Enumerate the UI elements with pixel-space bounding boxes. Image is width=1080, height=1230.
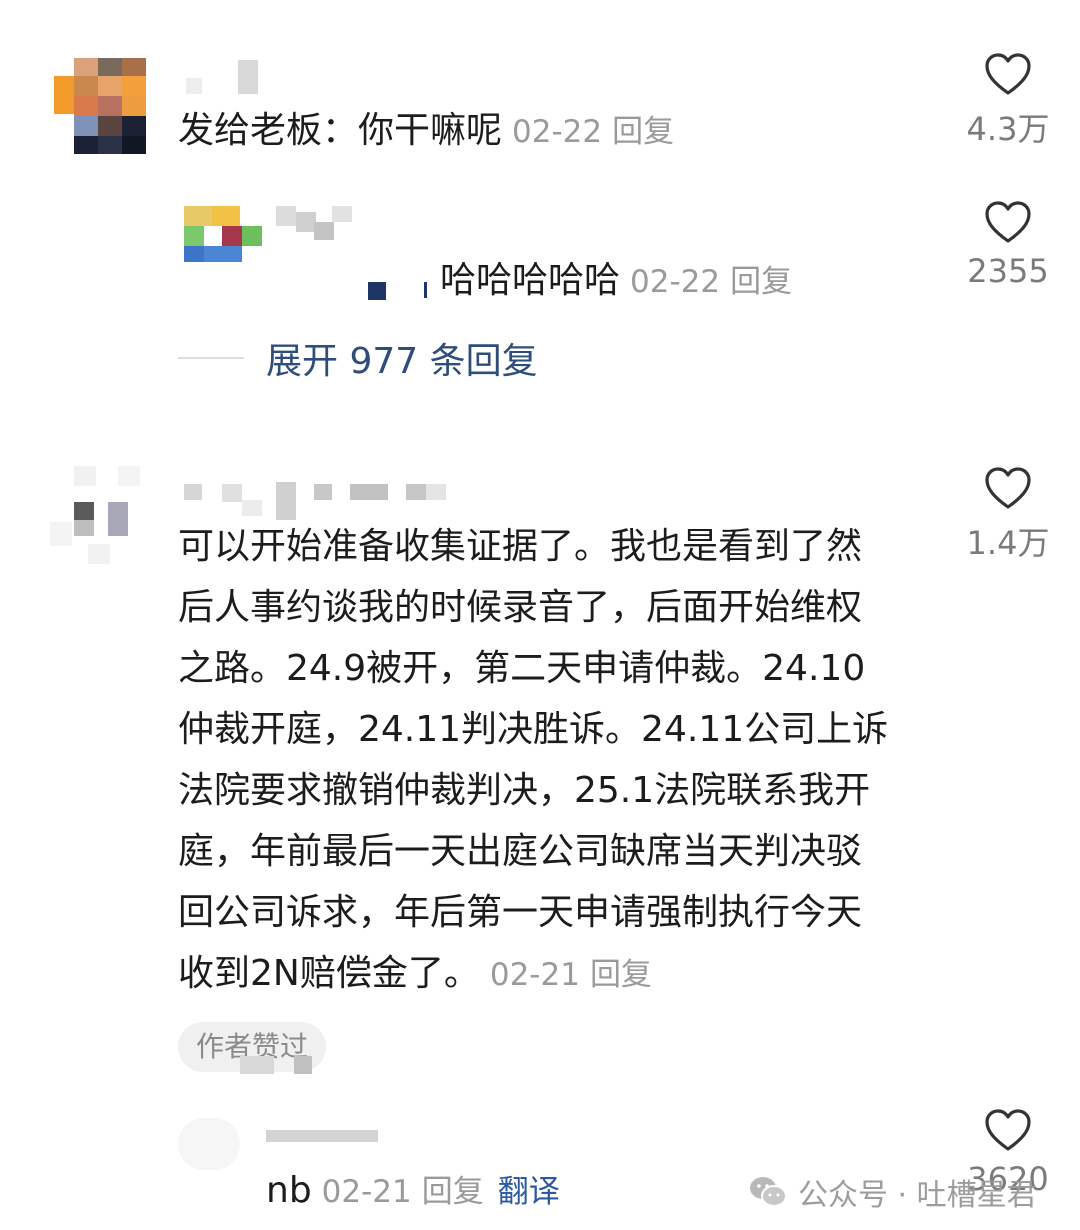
comment-line: 可以开始准备收集证据了。我也是看到了然 (178, 526, 863, 567)
like-count: 2355 (967, 252, 1049, 290)
comment-line: 之路。24.9被开，第二天申请仲裁。24.10 (178, 648, 866, 689)
like-button[interactable]: 4.3万 (933, 52, 1080, 150)
heart-icon (985, 1109, 1031, 1151)
heart-icon (985, 467, 1031, 509)
comment-text: 可以开始准备收集证据了。我也是看到了然 后人事约谈我的时候录音了，后面开始维权 … (178, 516, 888, 1006)
comment-text: nb 02-21 回复 翻译 (178, 1160, 560, 1223)
comment-date: 02-22 回复 (512, 114, 675, 150)
reply-username[interactable] (276, 206, 352, 242)
comment-text: 发给老板：你干嘛呢 02-22 回复 (178, 100, 674, 163)
comment-line: 仲裁开庭，24.11判决胜诉。24.11公司上诉 (178, 709, 889, 750)
comment-line: 法院要求撤销仲裁判决，25.1法院联系我开 (178, 770, 871, 811)
reply-body: 哈哈哈哈哈 (440, 260, 621, 301)
reply-date: 02-22 回复 (630, 264, 793, 300)
like-button[interactable]: 1.4万 (933, 466, 1080, 564)
divider (178, 357, 244, 359)
comment-body: 发给老板：你干嘛呢 (178, 110, 503, 151)
reply-button[interactable]: 回复 (590, 957, 652, 993)
comment-line: 庭，年前最后一天出庭公司缺席当天判决驳 (178, 831, 863, 872)
comment-line: 回公司诉求，年后第一天申请强制执行今天 (178, 892, 863, 933)
avatar[interactable] (46, 58, 150, 154)
like-count: 1.4万 (966, 524, 1050, 562)
comment-date: 02-21 回复 翻译 (321, 1174, 560, 1210)
redacted-overlay (196, 1056, 336, 1076)
watermark-text: 公众号 · 吐槽星君 (798, 1178, 1037, 1213)
like-count: 4.3万 (966, 110, 1050, 148)
watermark: 公众号 · 吐槽星君 (748, 1170, 1037, 1214)
heart-icon (985, 201, 1031, 243)
reply-avatar[interactable] (184, 206, 262, 262)
reply-button[interactable]: 回复 (730, 264, 792, 300)
wechat-icon (750, 1177, 787, 1207)
avatar[interactable] (48, 466, 144, 572)
comment-line: 后人事约谈我的时候录音了，后面开始维权 (178, 587, 863, 628)
heart-icon (985, 53, 1031, 95)
username[interactable] (182, 60, 262, 94)
comment-line: 收到2N赔偿金了。 (178, 953, 480, 994)
reply-button[interactable]: 回复 (612, 114, 674, 150)
comment-body: nb (266, 1170, 312, 1211)
username[interactable] (266, 1130, 378, 1144)
translate-button[interactable]: 翻译 (498, 1174, 560, 1210)
expand-replies-button[interactable]: 展开 977 条回复 (178, 332, 538, 384)
expand-replies-label: 展开 977 条回复 (266, 341, 538, 382)
reply-button[interactable]: 回复 (422, 1174, 484, 1210)
like-button[interactable]: 2355 (933, 200, 1080, 290)
comment-date: 02-21 回复 (489, 957, 652, 993)
redacted-mention (368, 270, 432, 300)
reply-text: 哈哈哈哈哈 02-22 回复 (440, 250, 792, 313)
